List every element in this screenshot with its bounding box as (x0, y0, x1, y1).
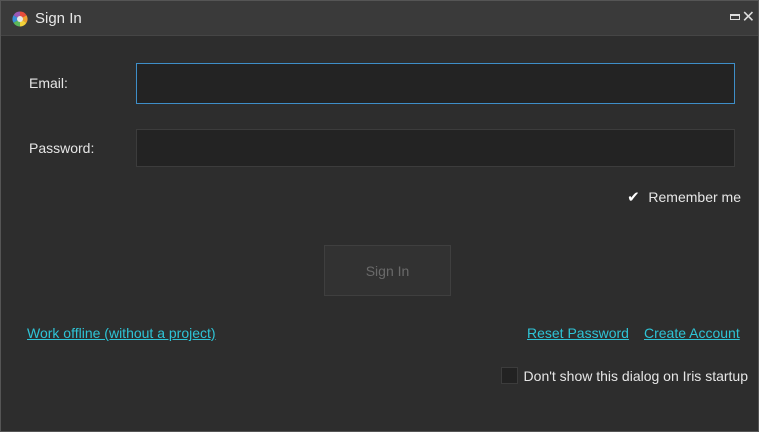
iris-app-icon (12, 11, 28, 27)
title-bar[interactable]: Sign In ✕ (1, 1, 758, 36)
close-icon[interactable]: ✕ (742, 9, 755, 25)
maximize-icon[interactable] (729, 14, 740, 20)
window-controls: ✕ (729, 9, 755, 25)
sign-in-dialog: Sign In ✕ Email: Password: ✔ Remember me… (0, 0, 759, 432)
checkbox-box[interactable] (500, 367, 518, 384)
checkmark-icon: ✔ (627, 188, 640, 206)
email-field[interactable] (136, 63, 735, 104)
remember-me-checkbox[interactable]: ✔ Remember me (626, 188, 741, 206)
password-field[interactable] (136, 129, 735, 167)
create-account-link[interactable]: Create Account (644, 325, 740, 341)
reset-password-link[interactable]: Reset Password (527, 325, 629, 341)
window-title: Sign In (35, 10, 82, 27)
password-label: Password: (29, 140, 95, 156)
dont-show-on-startup-checkbox[interactable]: Don't show this dialog on Iris startup (500, 367, 748, 384)
remember-me-label: Remember me (648, 189, 741, 205)
work-offline-link[interactable]: Work offline (without a project) (27, 325, 216, 341)
email-label: Email: (29, 75, 68, 91)
dont-show-label: Don't show this dialog on Iris startup (523, 367, 748, 384)
sign-in-button[interactable]: Sign In (324, 245, 451, 296)
